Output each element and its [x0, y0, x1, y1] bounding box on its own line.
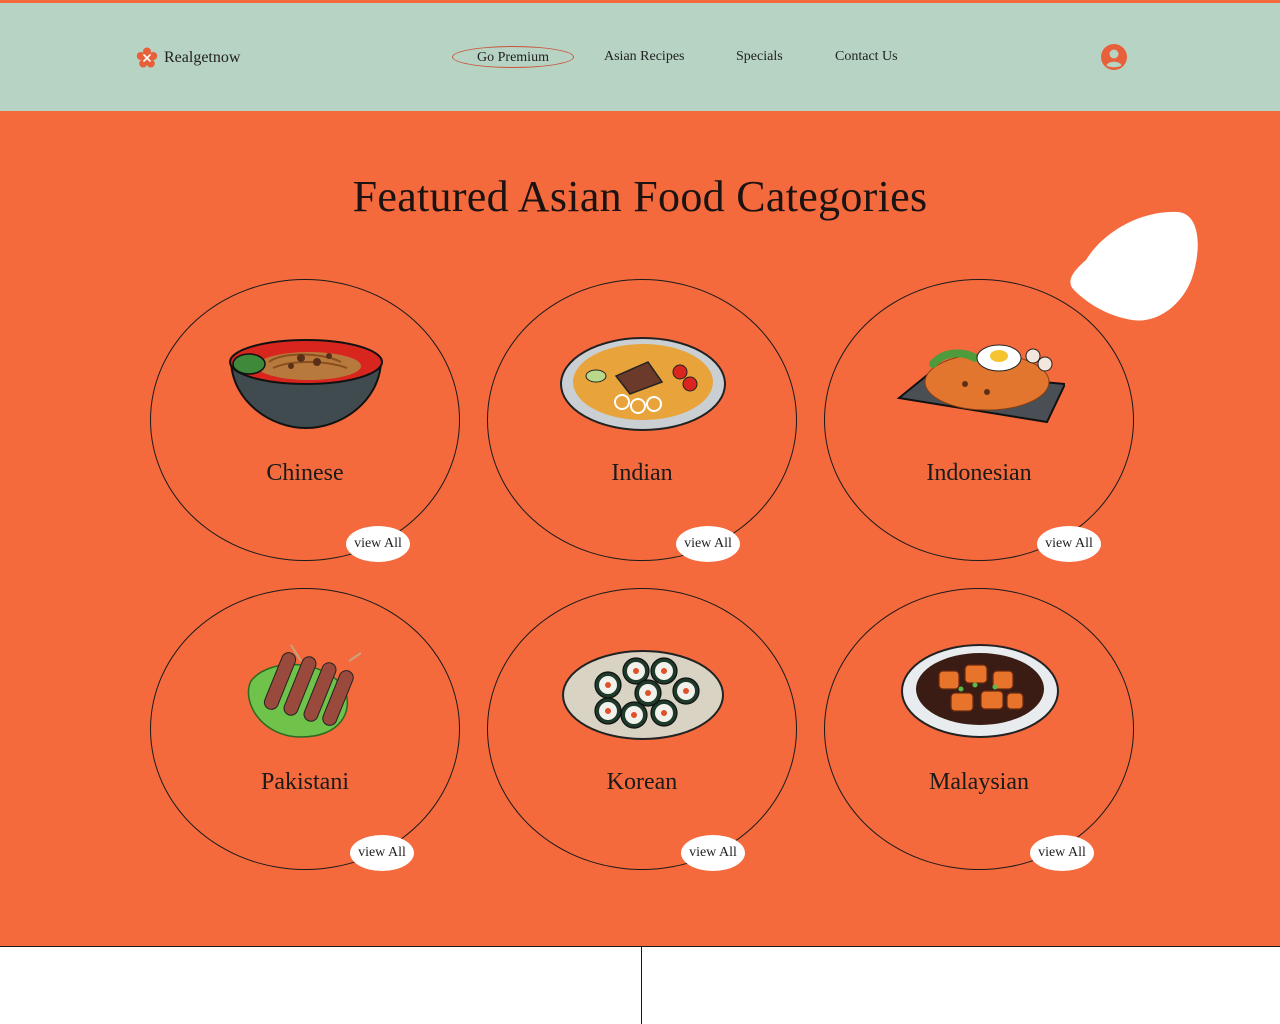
category-label: Malaysian [929, 769, 1029, 795]
fried-rice-icon [896, 344, 1065, 424]
kimbap-plate-icon [562, 650, 724, 740]
view-all-button[interactable]: view All [1030, 835, 1094, 871]
view-all-button[interactable]: view All [681, 835, 745, 871]
view-all-button[interactable]: view All [350, 835, 414, 871]
category-label: Korean [606, 769, 678, 795]
brand-name: Realgetnow [164, 49, 241, 66]
flower-logo-icon [136, 47, 158, 68]
lower-section [0, 946, 1280, 1024]
category-card-korean[interactable]: Korean view All [487, 588, 797, 871]
view-all-button[interactable]: view All [676, 526, 740, 562]
decorative-blob [1070, 211, 1198, 321]
nav-contact-us[interactable]: Contact Us [835, 46, 898, 68]
category-card-indonesian[interactable]: Indonesian view All [824, 279, 1134, 562]
category-label: Pakistani [261, 769, 349, 795]
category-card-pakistani[interactable]: Pakistani view All [150, 588, 460, 871]
view-all-button[interactable]: view All [346, 526, 410, 562]
nav-specials[interactable]: Specials [736, 46, 783, 68]
biryani-plate-icon [560, 337, 726, 431]
category-label: Chinese [266, 460, 344, 486]
column-divider [641, 947, 642, 1024]
kebab-skewers-icon [247, 644, 362, 738]
brand-logo[interactable]: Realgetnow [136, 47, 240, 69]
nav-go-premium[interactable]: Go Premium [452, 46, 574, 68]
curry-bowl-icon [901, 644, 1059, 738]
category-card-indian[interactable]: Indian view All [487, 279, 797, 562]
category-card-chinese[interactable]: Chinese view All [150, 279, 460, 562]
featured-categories-section: Featured Asian Food Categories Chinese v… [0, 111, 1280, 946]
site-header: Realgetnow Go Premium Asian Recipes Spec… [0, 3, 1280, 111]
nav-asian-recipes[interactable]: Asian Recipes [604, 46, 684, 68]
category-label: Indian [611, 460, 673, 486]
category-label: Indonesian [926, 460, 1032, 486]
category-card-malaysian[interactable]: Malaysian view All [824, 588, 1134, 871]
view-all-button[interactable]: view All [1037, 526, 1101, 562]
noodle-bowl-icon [229, 339, 383, 430]
user-icon[interactable] [1100, 43, 1128, 71]
